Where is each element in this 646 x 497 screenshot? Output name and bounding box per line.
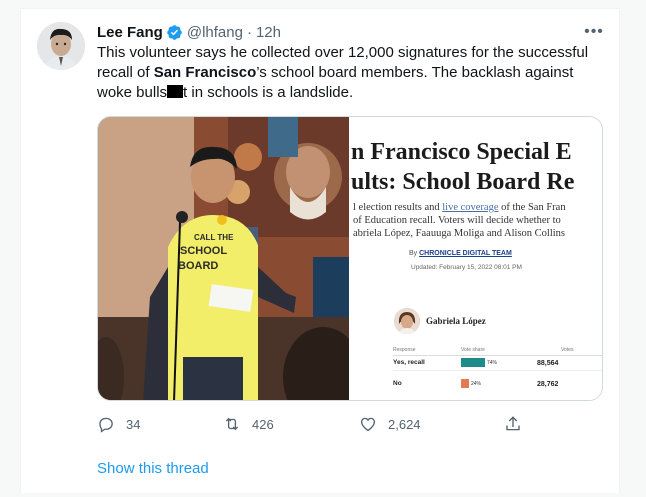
share-button[interactable]	[504, 413, 533, 435]
article-sub-3: abriela López, Faauuga Moliga and Alison…	[353, 228, 565, 239]
tweet-text: This volunteer says he collected over 12…	[97, 43, 607, 103]
tweet-timestamp[interactable]: 12h	[256, 24, 281, 41]
col-votes: Votes	[561, 347, 574, 353]
votes-yes: 88,564	[537, 360, 559, 367]
separator-dot: ·	[246, 23, 252, 41]
volunteer-photo[interactable]: CALL THE SCHOOL BOARD	[98, 117, 349, 401]
byline-author: CHRONICLE DIGITAL TEAM	[419, 250, 512, 257]
article-headline-line2: ults: School Board Re	[351, 169, 575, 195]
byline-prefix: By	[409, 250, 420, 257]
tweet-header: Lee Fang @lhfang · 12h	[97, 22, 281, 42]
row-label-yes: Yes, recall	[393, 359, 425, 366]
col-vote-share: Vote share	[461, 347, 485, 353]
share-icon	[506, 416, 520, 431]
article-byline: By CHRONICLE DIGITAL TEAM	[409, 250, 512, 257]
author-avatar[interactable]	[37, 22, 85, 70]
reply-button[interactable]: 34	[97, 413, 140, 435]
shirt-text-line1: CALL THE	[194, 233, 234, 242]
author-handle[interactable]: @lhfang	[187, 24, 243, 41]
shirt-text-line3: BOARD	[178, 260, 218, 272]
shirt-text-line2: SCHOOL	[180, 245, 227, 257]
article-sub-1b: of the San Fran	[498, 202, 566, 213]
verified-badge-icon	[166, 24, 183, 41]
tweet-text-part3: t in schools is a landslide.	[183, 84, 354, 101]
candidate-photo	[394, 308, 420, 334]
tweet-media[interactable]: CALL THE SCHOOL BOARD n Francisco Specia…	[97, 116, 603, 401]
votes-no: 28,762	[537, 381, 559, 388]
article-sub-1a: l election results and	[353, 202, 443, 213]
author-name[interactable]: Lee Fang	[97, 24, 163, 41]
show-thread-link[interactable]: Show this thread	[97, 460, 209, 477]
heart-icon	[360, 417, 376, 432]
row-label-no: No	[393, 380, 402, 387]
like-count: 2,624	[388, 416, 421, 432]
candidate-name: Gabriela López	[426, 316, 486, 326]
article-subtitle: l election results and live coverage of …	[353, 201, 602, 240]
article-updated: Updated: February 15, 2022 08:01 PM	[411, 264, 522, 271]
article-headline-line1: n Francisco Special E	[351, 139, 572, 165]
redaction-box	[167, 85, 184, 98]
row-divider	[393, 370, 602, 371]
retweet-count: 426	[252, 416, 274, 432]
reply-count: 34	[126, 416, 141, 432]
article-headline: n Francisco Special E ults: School Board…	[351, 137, 602, 197]
retweet-icon	[225, 417, 239, 431]
bar-pct-yes: 74%	[487, 360, 498, 366]
bar-no	[461, 379, 469, 388]
article-sub-2: of Education recall. Voters will decide …	[353, 215, 561, 226]
reply-icon	[99, 417, 113, 433]
like-button[interactable]: 2,624	[359, 413, 421, 435]
tweet-actions: 34 426 2,624	[97, 413, 617, 435]
article-link-live-coverage: live coverage	[442, 202, 499, 213]
more-options-icon[interactable]: •••	[583, 22, 605, 42]
bar-yes	[461, 358, 486, 367]
table-divider	[393, 355, 602, 356]
bar-pct-no: 24%	[471, 381, 482, 387]
retweet-button[interactable]: 426	[223, 413, 274, 435]
col-response: Response	[393, 347, 416, 353]
article-screenshot[interactable]: n Francisco Special E ults: School Board…	[349, 117, 602, 400]
tweet-text-bold: San Francisco	[153, 64, 257, 81]
